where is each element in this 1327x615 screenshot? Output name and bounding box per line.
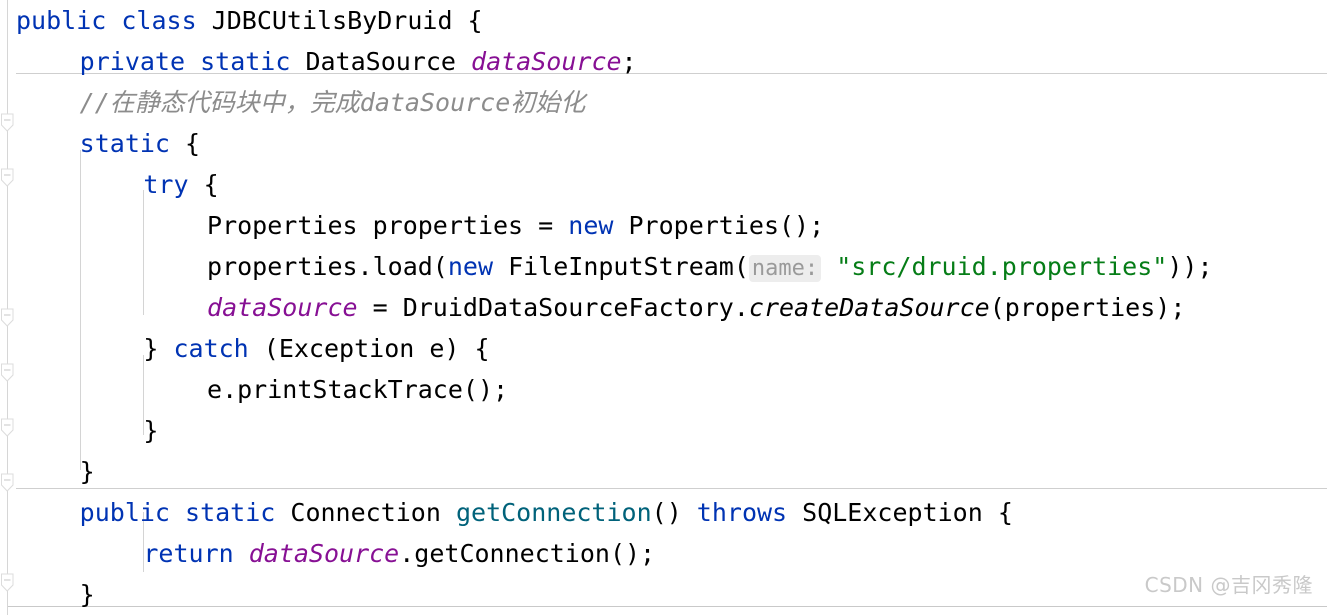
code-line[interactable]: Properties properties = new Properties()…	[207, 205, 824, 246]
code-token: new	[568, 211, 629, 240]
code-token: static	[79, 129, 186, 158]
parameter-hint-badge: name:	[748, 255, 822, 282]
code-token: ;	[621, 47, 637, 76]
code-token: private	[79, 47, 201, 76]
code-token: public	[79, 498, 186, 527]
code-text-area[interactable]: public class JDBCUtilsByDruid {private s…	[0, 0, 1327, 615]
code-token: static	[185, 498, 291, 527]
code-token: }	[143, 334, 174, 363]
code-token: FileInputStream(	[508, 252, 749, 281]
code-line[interactable]: e.printStackTrace();	[207, 369, 508, 410]
code-token: class	[121, 6, 212, 35]
code-token: properties.load(	[207, 252, 448, 281]
code-token: static	[200, 47, 306, 76]
code-token: new	[447, 252, 509, 281]
code-token: dataSource	[471, 47, 622, 76]
watermark: CSDN @吉冈秀隆	[1144, 573, 1313, 597]
code-token: createDataSource	[748, 293, 990, 322]
code-token: catch	[173, 334, 264, 363]
code-line[interactable]: static {	[80, 123, 200, 164]
code-token: }	[79, 580, 95, 609]
code-token: public	[16, 6, 122, 35]
code-line[interactable]: dataSource = DruidDataSourceFactory.crea…	[207, 287, 1185, 328]
code-token: .getConnection();	[399, 539, 656, 568]
code-token: try	[143, 170, 204, 199]
code-line[interactable]: properties.load(new FileInputStream(name…	[207, 246, 1213, 287]
code-token: SQLException {	[802, 498, 1013, 527]
code-editor[interactable]: public class JDBCUtilsByDruid {private s…	[0, 0, 1327, 615]
code-token: //在静态代码块中，完成dataSource初始化	[79, 88, 586, 117]
code-token: }	[79, 457, 95, 486]
code-token: Properties properties =	[207, 211, 569, 240]
code-line[interactable]: return dataSource.getConnection();	[143, 533, 655, 574]
code-line[interactable]: } catch (Exception e) {	[143, 328, 489, 369]
code-token: ));	[1167, 252, 1213, 281]
code-token: throws	[696, 498, 803, 527]
code-line[interactable]: }	[80, 451, 95, 492]
code-token: (Exception e) {	[263, 334, 490, 363]
code-line[interactable]: //在静态代码块中，完成dataSource初始化	[80, 82, 586, 123]
code-token: (properties);	[989, 293, 1186, 322]
code-line[interactable]: public class JDBCUtilsByDruid {	[16, 0, 483, 41]
code-token: {	[203, 170, 219, 199]
code-token: return	[143, 539, 249, 568]
code-token: getConnection	[455, 498, 652, 527]
code-token: e.printStackTrace();	[207, 375, 509, 404]
code-token: }	[143, 416, 159, 445]
code-line[interactable]: try {	[143, 164, 218, 205]
code-line[interactable]: private static DataSource dataSource;	[80, 41, 637, 82]
code-token: = DruidDataSourceFactory.	[357, 293, 749, 322]
code-token: Properties();	[628, 211, 825, 240]
code-token: "src/druid.properties"	[836, 252, 1168, 281]
code-token: dataSource	[248, 539, 400, 568]
code-line[interactable]: }	[80, 574, 95, 615]
code-line[interactable]: }	[143, 410, 158, 451]
code-token: JDBCUtilsByDruid {	[211, 6, 483, 35]
code-token: {	[185, 129, 201, 158]
code-token: Connection	[290, 498, 456, 527]
code-token: DataSource	[305, 47, 472, 76]
code-token: dataSource	[207, 293, 358, 322]
code-line[interactable]: public static Connection getConnection()…	[80, 492, 1013, 533]
code-token: ()	[651, 498, 697, 527]
